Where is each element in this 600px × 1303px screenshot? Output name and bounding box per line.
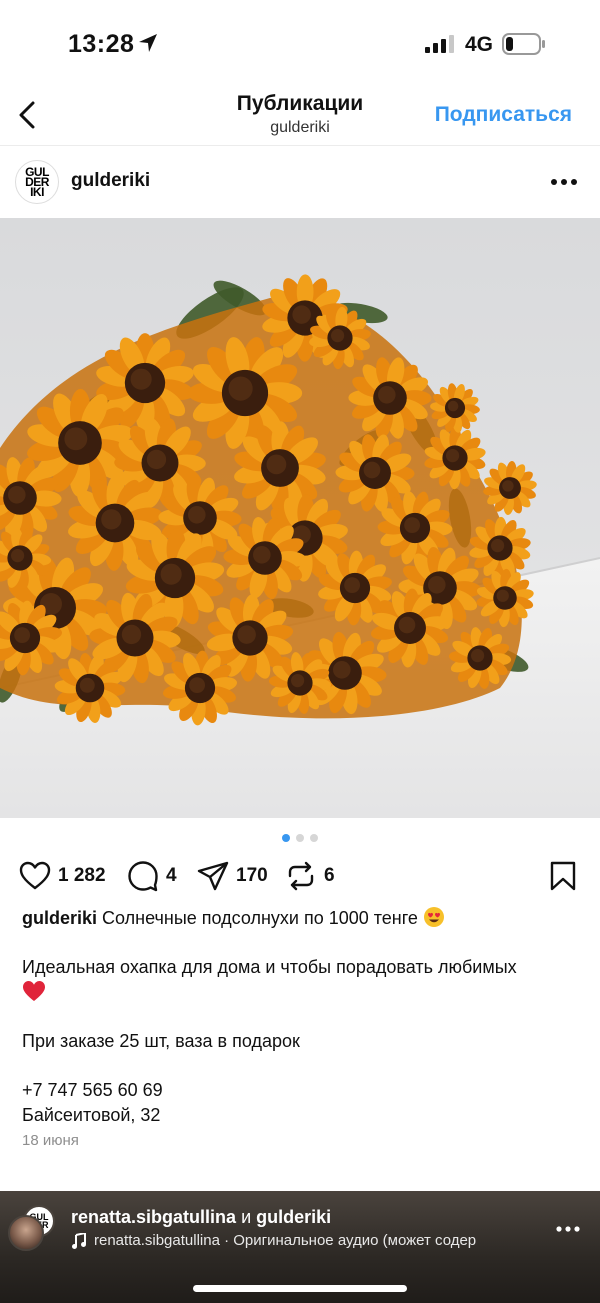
red-heart-emoji-icon <box>23 981 45 1001</box>
location-arrow-icon <box>139 34 157 52</box>
bookmark-icon[interactable] <box>548 860 578 892</box>
caption-line-3: При заказе 25 шт, ваза в подарок <box>22 1031 300 1051</box>
carousel-indicator <box>282 834 322 844</box>
carousel-dot-3 <box>310 834 318 842</box>
audio-text: renatta.sibgatullina · Оригинальное ауди… <box>94 1232 477 1249</box>
repost-icon <box>288 861 314 891</box>
collab-connector: и <box>241 1207 252 1227</box>
heart-icon <box>19 861 51 890</box>
post-image[interactable] <box>0 218 600 818</box>
comment-icon <box>128 861 158 892</box>
battery-icon <box>502 33 545 55</box>
likes-count: 1 282 <box>58 865 106 886</box>
reels-more-icon[interactable] <box>556 1225 580 1233</box>
home-indicator <box>193 1285 407 1292</box>
caption-line-1: gulderiki Солнечные подсолнухи по 1000 т… <box>22 906 562 931</box>
like-button[interactable]: 1 282 <box>18 858 106 894</box>
status-bar: 13:28 4G <box>0 0 600 88</box>
caption-phone[interactable]: +7 747 565 60 69 <box>22 1078 562 1103</box>
caption-address: Байсеитовой, 32 <box>22 1105 161 1125</box>
carousel-dot-2 <box>296 834 304 842</box>
comment-button[interactable]: 4 <box>126 858 177 894</box>
carousel-dot-1 <box>282 834 290 842</box>
post-actions: 1 282 4 170 6 <box>0 852 600 900</box>
post-username[interactable]: gulderiki <box>71 170 150 192</box>
post-date: 18 июня <box>22 1132 79 1149</box>
more-options-icon[interactable] <box>550 178 578 186</box>
comments-count: 4 <box>166 865 177 886</box>
collab-user-1: renatta.sibgatullina <box>71 1207 237 1227</box>
reels-preview-bar[interactable]: GUL DER renatta.sibgatullina и gulderiki… <box>0 1191 600 1303</box>
avatar-text-3: IKI <box>30 185 44 199</box>
shares-count: 170 <box>236 865 268 886</box>
caption-text-2: Идеальная охапка для дома и чтобы порадо… <box>22 957 517 977</box>
post-caption: gulderiki Солнечные подсолнухи по 1000 т… <box>22 906 562 1128</box>
nav-bar: Публикации gulderiki Подписаться <box>0 88 600 146</box>
subscribe-button[interactable]: Подписаться <box>435 103 572 127</box>
status-time: 13:28 <box>68 30 135 58</box>
reposts-count: 6 <box>324 865 335 886</box>
repost-button[interactable]: 6 <box>284 858 335 894</box>
caption-line-2: Идеальная охапка для дома и чтобы порадо… <box>22 955 562 1005</box>
avatar[interactable]: GUL DER IKI <box>15 160 59 204</box>
collab-user-2: gulderiki <box>256 1207 332 1227</box>
collab-avatar-user <box>8 1215 44 1251</box>
signal-icon <box>425 35 454 53</box>
heart-eyes-emoji-icon <box>423 907 444 927</box>
sunflowers-photo <box>0 218 600 818</box>
audio-info[interactable]: renatta.sibgatullina · Оригинальное ауди… <box>72 1232 542 1249</box>
share-button[interactable]: 170 <box>196 858 268 894</box>
post-header: GUL DER IKI gulderiki <box>0 146 600 218</box>
music-note-icon <box>72 1232 86 1249</box>
caption-username[interactable]: gulderiki <box>22 908 97 928</box>
send-icon <box>197 861 229 891</box>
network-label: 4G <box>465 33 494 56</box>
caption-text-1: Солнечные подсолнухи по 1000 тенге <box>102 908 418 928</box>
collab-usernames[interactable]: renatta.sibgatullina и gulderiki <box>71 1207 331 1228</box>
